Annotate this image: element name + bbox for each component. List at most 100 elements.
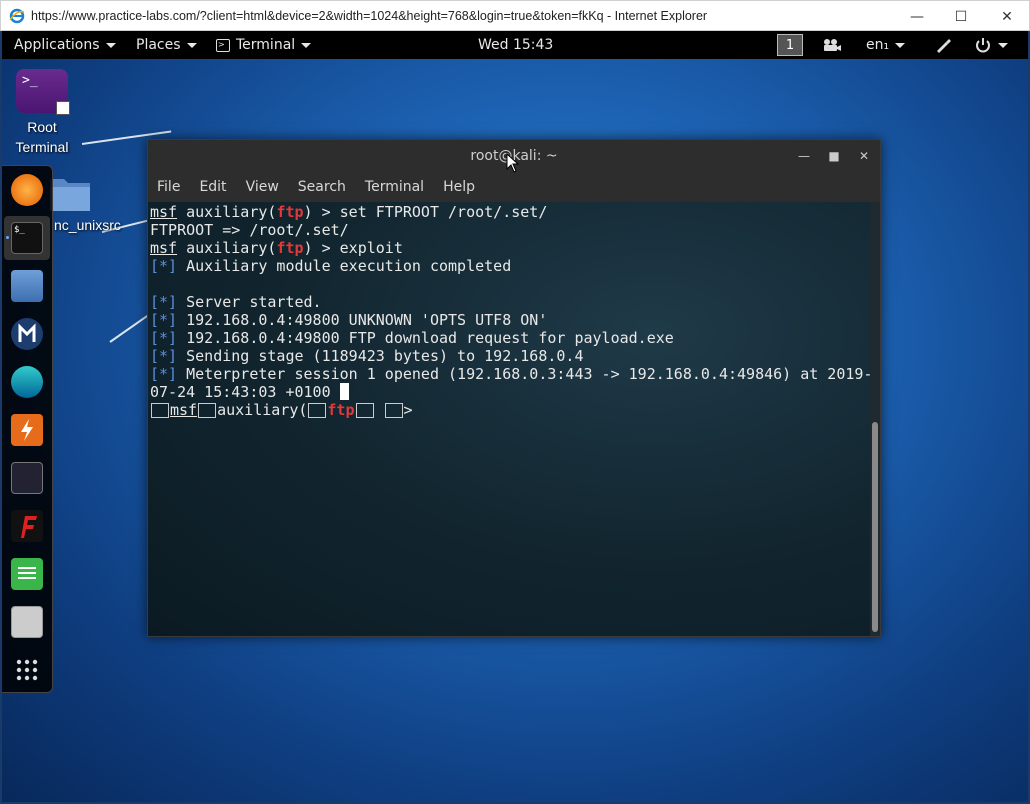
terminal-line: 07-24 15:43:03 +0100: [150, 383, 349, 401]
terminal-minimize-button[interactable]: —: [793, 140, 815, 172]
prompt-end: >: [403, 401, 413, 419]
status-tag: [*]: [150, 347, 178, 365]
module-name: ftp: [276, 203, 304, 221]
glitch-glyph: [308, 403, 327, 418]
menu-view[interactable]: View: [237, 179, 289, 195]
desktop: Applications Places > Terminal Wed 15:43…: [2, 31, 1028, 802]
prompt-text: auxiliary(: [177, 203, 277, 221]
msf-prompt: msf: [170, 401, 198, 419]
folder-icon[interactable]: [48, 173, 92, 213]
files-icon[interactable]: [11, 270, 43, 302]
terminal-maximize-button[interactable]: ■: [823, 140, 845, 172]
root-terminal-desktop-icon[interactable]: >_: [16, 69, 70, 115]
browser-title-bar: https://www.practice-labs.com/?client=ht…: [0, 0, 1030, 31]
terminal-output[interactable]: msf auxiliary(ftp) > set FTPROOT /root/.…: [148, 202, 870, 636]
menu-edit[interactable]: Edit: [190, 179, 236, 195]
chevron-down-icon: [998, 42, 1008, 48]
chevron-down-icon: [186, 42, 197, 48]
terminal-menu-bar: File Edit View Search Terminal Help: [148, 172, 880, 202]
terminal-app-label: Terminal: [236, 37, 296, 53]
terminal-scrollbar[interactable]: [870, 202, 880, 636]
root-terminal-label-line1: Root: [27, 119, 57, 135]
menu-search[interactable]: Search: [289, 179, 356, 195]
minimize-button[interactable]: —: [894, 1, 940, 32]
folder-label[interactable]: nc_unixsrc: [54, 217, 121, 233]
chevron-down-icon: [301, 42, 312, 48]
menu-terminal[interactable]: Terminal: [356, 179, 434, 195]
root-terminal-desktop-label[interactable]: Root Terminal: [2, 117, 82, 157]
msf-prompt: msf: [150, 239, 178, 257]
msf-prompt: msf: [150, 203, 178, 221]
glitch-glyph: [384, 403, 403, 418]
shortcut-arrow-icon: [56, 101, 70, 115]
output-text: Server started.: [177, 293, 322, 311]
terminal-prompt-glyph: >_: [22, 73, 38, 88]
power-menu[interactable]: [974, 31, 1008, 59]
output-text: 07-24 15:43:03 +0100: [150, 383, 340, 401]
chevron-down-icon: [895, 42, 906, 48]
prompt-text: auxiliary(: [177, 239, 277, 257]
scrollbar-thumb[interactable]: [872, 422, 878, 632]
menu-file[interactable]: File: [148, 179, 190, 195]
terminal-line: [*] Server started.: [150, 293, 322, 311]
root-terminal-label-line2: Terminal: [15, 139, 69, 155]
terminal-line: [*] Auxiliary module execution completed: [150, 257, 511, 275]
status-tag: [*]: [150, 257, 178, 275]
internet-explorer-icon: [9, 8, 25, 24]
burpsuite-icon[interactable]: [11, 414, 43, 446]
applications-label: Applications: [14, 37, 100, 53]
terminal-line: [*] 192.168.0.4:49800 FTP download reque…: [150, 329, 674, 347]
pen-tool-icon[interactable]: [934, 31, 952, 59]
applications-menu[interactable]: Applications: [14, 31, 116, 59]
module-name: ftp: [327, 401, 355, 419]
status-tag: [*]: [150, 329, 178, 347]
glitch-glyph: [198, 403, 217, 418]
status-tag: [*]: [150, 293, 178, 311]
terminal-close-button[interactable]: ✕: [853, 140, 875, 172]
terminal-line: [*] 192.168.0.4:49800 UNKNOWN 'OPTS UTF8…: [150, 311, 547, 329]
command-text: ) > exploit: [303, 239, 403, 257]
maximize-button[interactable]: ☐: [938, 1, 984, 32]
faraday-icon[interactable]: [11, 510, 43, 542]
power-icon: [976, 38, 990, 53]
prompt-text: auxiliary(: [217, 401, 308, 419]
output-text: 192.168.0.4:49800 FTP download request f…: [177, 329, 674, 347]
glitch-glyph: [151, 403, 169, 418]
running-indicator: [6, 236, 9, 239]
terminal-window[interactable]: root@kali: ~ — ■ ✕ File Edit View Search…: [147, 139, 881, 637]
output-text: Sending stage (1189423 bytes) to 192.168…: [177, 347, 584, 365]
language-menu[interactable]: en₁: [866, 31, 906, 59]
show-applications-icon[interactable]: [11, 654, 43, 686]
camera-icon[interactable]: [822, 31, 842, 59]
places-menu[interactable]: Places: [136, 31, 197, 59]
terminal-line: msf auxiliary(ftp) > exploit: [150, 239, 403, 257]
dock: $_: [2, 165, 53, 693]
chevron-down-icon: [105, 42, 116, 48]
command-text: ) > set FTPROOT /root/.set/: [303, 203, 548, 221]
metasploit-icon[interactable]: [11, 318, 43, 350]
output-text: Meterpreter session 1 opened (192.168.0.…: [177, 365, 870, 383]
places-label: Places: [136, 37, 181, 53]
terminal-app-menu[interactable]: > Terminal: [216, 31, 312, 59]
terminal-icon[interactable]: $_: [11, 222, 43, 254]
menu-help[interactable]: Help: [434, 179, 485, 195]
terminal-small-icon: >: [216, 38, 230, 52]
close-button[interactable]: ✕: [984, 1, 1030, 32]
firefox-icon[interactable]: [11, 174, 43, 206]
terminal-line: [*] Meterpreter session 1 opened (192.16…: [150, 365, 870, 383]
status-tag: [*]: [150, 365, 178, 383]
mouse-cursor-icon: [506, 153, 520, 173]
clock[interactable]: Wed 15:43: [478, 31, 553, 59]
module-name: ftp: [276, 239, 304, 257]
maltego-icon[interactable]: [11, 462, 43, 494]
status-tag: [*]: [150, 311, 178, 329]
top-panel: Applications Places > Terminal Wed 15:43…: [2, 31, 1028, 59]
armitage-icon[interactable]: [11, 366, 43, 398]
notes-icon[interactable]: [11, 558, 43, 590]
terminal-line: msf auxiliary(ftp) > set FTPROOT /root/.…: [150, 203, 547, 221]
browser-title: https://www.practice-labs.com/?client=ht…: [31, 8, 708, 23]
workspace-indicator[interactable]: 1: [777, 34, 803, 56]
output-text: 192.168.0.4:49800 UNKNOWN 'OPTS UTF8 ON': [177, 311, 548, 329]
settings-tweaks-icon[interactable]: [11, 606, 43, 638]
language-label: en₁: [866, 37, 890, 53]
